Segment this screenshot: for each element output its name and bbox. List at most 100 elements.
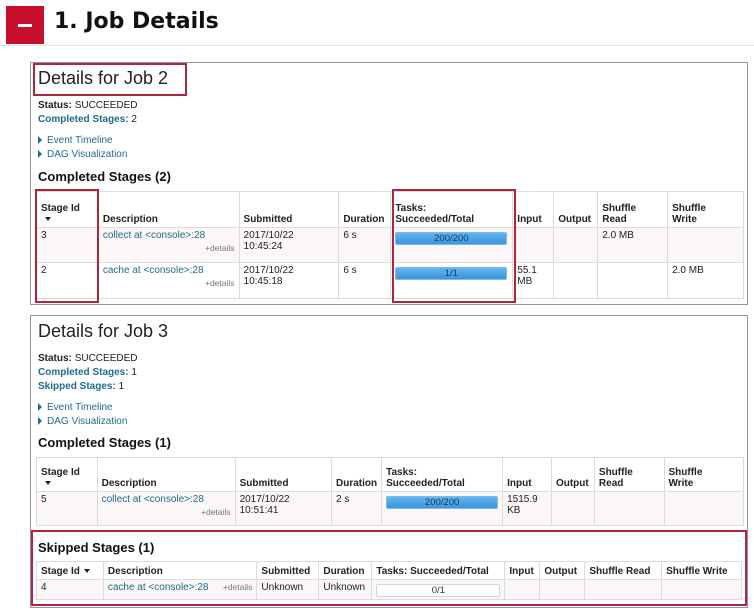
completed-stages-line[interactable]: Completed Stages: 1 [38,367,137,378]
skipped-stages-title: Skipped Stages (1) [38,540,155,555]
col-tasks[interactable]: Tasks: Succeeded/Total [371,561,506,580]
status-value: SUCCEEDED [74,353,138,364]
col-output[interactable]: Output [539,561,586,580]
input-cell [512,227,555,263]
dag-visualization-toggle[interactable]: DAG Visualization [38,416,127,427]
input-cell: 55.1 MB [512,262,555,299]
duration-cell: 6 s [338,262,392,299]
details-link[interactable]: +details [223,582,253,592]
stage-id-cell: 2 [36,262,99,299]
input-cell [504,579,541,600]
col-submitted[interactable]: Submitted [238,191,340,228]
sort-desc-icon[interactable] [83,569,90,573]
event-timeline-label[interactable]: Event Timeline [47,402,113,413]
col-stage-id[interactable]: Stage Id [36,191,99,228]
details-link[interactable]: +details [102,507,231,517]
details-link[interactable]: +details [103,278,235,288]
details-link[interactable]: +details [103,243,235,253]
tasks-cell: 1/1 [390,262,514,299]
col-shuffle-write[interactable]: Shuffle Write [663,457,744,492]
col-shuffle-write[interactable]: Shuffle Write [667,191,744,228]
col-shuffle-read[interactable]: Shuffle Read [597,191,669,228]
col-shuffle-read[interactable]: Shuffle Read [593,457,665,492]
description-link[interactable]: cache at <console>:28 [108,582,209,593]
completed-stages-table: Stage Id Description Submitted Duration … [36,457,744,526]
col-input[interactable]: Input [512,191,555,228]
section-title: 1. Job Details [54,9,219,34]
col-output[interactable]: Output [550,457,595,492]
col-description[interactable]: Description [97,191,240,228]
output-cell [539,579,586,600]
shuffle-read-cell [584,579,663,600]
completed-stages-count: 2 [131,114,137,125]
caret-right-icon [38,136,42,144]
duration-cell: 2 s [330,491,383,526]
caret-right-icon [38,417,42,425]
col-stage-id[interactable]: Stage Id [36,561,104,580]
completed-stages-link[interactable]: Completed Stages: [38,367,129,378]
event-timeline-toggle[interactable]: Event Timeline [38,135,113,146]
sort-desc-icon[interactable] [45,481,51,485]
submitted-cell: 2017/10/22 10:45:18 [238,262,340,299]
skipped-stages-line[interactable]: Skipped Stages: 1 [38,381,124,392]
submitted-cell: 2017/10/22 10:51:41 [234,491,332,526]
dag-visualization-label[interactable]: DAG Visualization [47,149,127,160]
completed-stages-table: Stage Id Description Submitted Duration … [36,191,744,299]
completed-stages-line[interactable]: Completed Stages: 2 [38,114,137,125]
dag-visualization-label[interactable]: DAG Visualization [47,416,127,427]
col-input[interactable]: Input [502,457,552,492]
output-cell [553,227,599,263]
description-link[interactable]: cache at <console>:28 [103,265,204,276]
col-input[interactable]: Input [504,561,541,580]
col-duration[interactable]: Duration [330,457,383,492]
dag-visualization-toggle[interactable]: DAG Visualization [38,149,127,160]
duration-cell: Unknown [318,579,373,600]
stage-id-cell: 5 [36,491,98,526]
col-shuffle-read[interactable]: Shuffle Read [584,561,663,580]
table-row: 5 collect at <console>:28 +details 2017/1… [36,491,744,526]
skipped-stages-link[interactable]: Skipped Stages: [38,381,116,392]
submitted-cell: Unknown [256,579,320,600]
status-label: Status: [38,353,72,364]
output-cell [553,262,599,299]
col-duration[interactable]: Duration [338,191,392,228]
tasks-progress-bar: 0/1 [376,584,501,597]
job-2-panel: Details for Job 2 Status: SUCCEEDED Comp… [30,62,748,305]
caret-right-icon [38,150,42,158]
event-timeline-label[interactable]: Event Timeline [47,135,113,146]
table-row: 3 collect at <console>:28 +details 2017/1… [36,227,744,263]
col-stage-id[interactable]: Stage Id [36,457,98,492]
table-row: 2 cache at <console>:28 +details 2017/10/… [36,262,744,299]
sort-desc-icon[interactable] [45,217,51,221]
tasks-cell: 200/200 [381,491,504,526]
job-title: Details for Job 2 [38,68,169,88]
col-tasks[interactable]: Tasks: Succeeded/Total [390,191,514,228]
shuffle-write-cell: 2.0 MB [667,262,744,299]
col-submitted[interactable]: Submitted [256,561,320,580]
col-description[interactable]: Description [102,561,258,580]
col-shuffle-write[interactable]: Shuffle Write [661,561,742,580]
col-output[interactable]: Output [553,191,599,228]
description-cell: collect at <console>:28 +details [96,491,236,526]
shuffle-read-cell [593,491,665,526]
status-line: Status: SUCCEEDED [38,353,137,364]
col-description[interactable]: Description [96,457,236,492]
description-link[interactable]: collect at <console>:28 [102,494,204,505]
section-header: 1. Job Details [0,0,754,46]
shuffle-write-cell [663,491,744,526]
input-cell: 1515.9 KB [502,491,552,526]
col-tasks[interactable]: Tasks: Succeeded/Total [381,457,504,492]
col-submitted[interactable]: Submitted [234,457,332,492]
description-cell: collect at <console>:28 +details [97,227,240,263]
tasks-cell: 0/1 [371,579,506,600]
description-cell: cache at <console>:28 +details [102,579,258,600]
col-duration[interactable]: Duration [318,561,373,580]
job-3-panel: Details for Job 3 Status: SUCCEEDED Comp… [30,315,748,608]
event-timeline-toggle[interactable]: Event Timeline [38,402,113,413]
completed-stages-link[interactable]: Completed Stages: [38,114,129,125]
description-link[interactable]: collect at <console>:28 [103,230,205,241]
caret-right-icon [38,403,42,411]
tasks-progress-bar: 200/200 [395,232,508,245]
minus-icon[interactable] [6,6,44,44]
completed-stages-title: Completed Stages (2) [38,169,171,184]
